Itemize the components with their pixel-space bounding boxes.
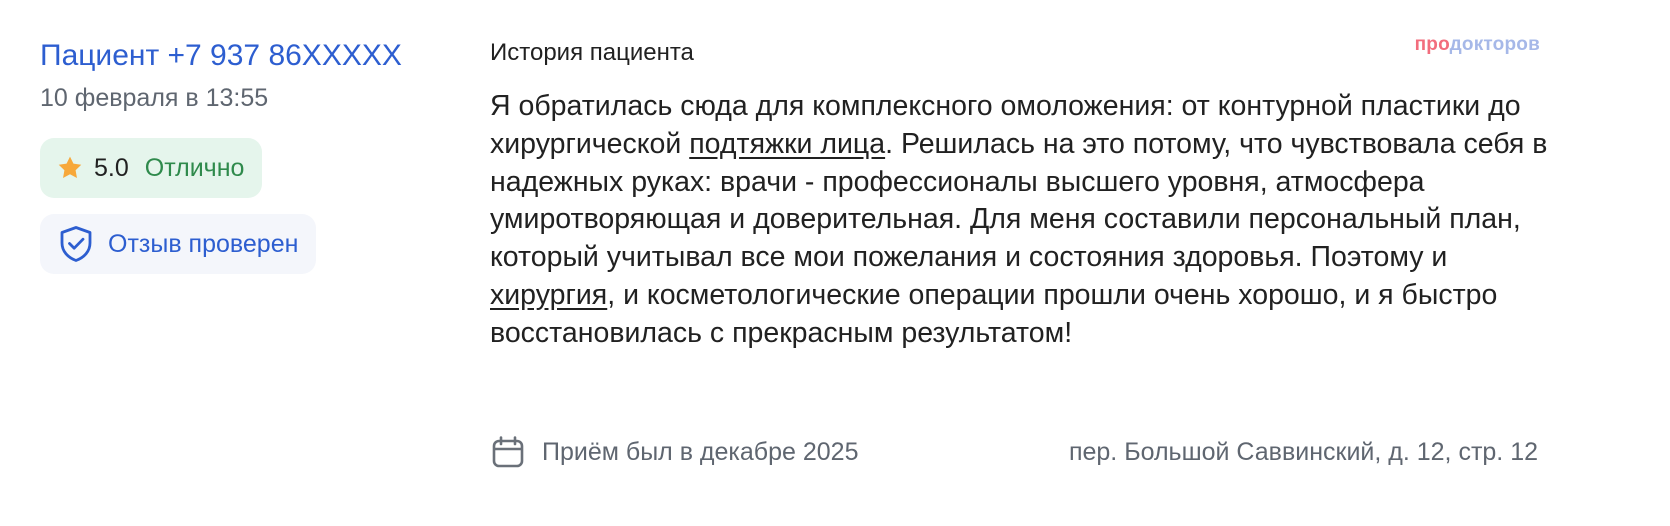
review-text-part: , и косметологические операции прошли оч… [490, 278, 1498, 349]
verified-label: Отзыв проверен [108, 229, 299, 258]
review-footer: Приём был в декабре 2025 пер. Большой Са… [490, 430, 1538, 474]
rating-label: Отлично [144, 153, 245, 182]
rating-value: 5.0 [94, 153, 129, 182]
visit-date: Приём был в декабре 2025 [542, 437, 859, 466]
star-icon [56, 154, 84, 182]
clinic-address: пер. Большой Саввинский, д. 12, стр. 12 [1068, 437, 1538, 466]
calendar-icon [490, 434, 526, 470]
verified-badge[interactable]: Отзыв проверен [40, 214, 317, 274]
review-content: История пациента Я обратилась сюда для к… [490, 36, 1547, 353]
visit-info: Приём был в декабре 2025 [490, 434, 859, 470]
surgery-link[interactable]: хирургия [490, 279, 607, 311]
shield-check-icon [56, 224, 96, 264]
review-date: 10 февраля в 13:55 [40, 84, 269, 112]
facelift-link[interactable]: подтяжки лица [689, 128, 885, 160]
rating-badge: 5.0 Отлично [40, 138, 263, 198]
patient-name-link[interactable]: Пациент +7 937 86XXXXX [40, 36, 402, 76]
review-text: Я обратилась сюда для комплексного омоло… [490, 88, 1550, 353]
patient-info: Пациент +7 937 86XXXXX 10 февраля в 13:5… [40, 36, 460, 274]
review-section-title: История пациента [490, 39, 694, 66]
